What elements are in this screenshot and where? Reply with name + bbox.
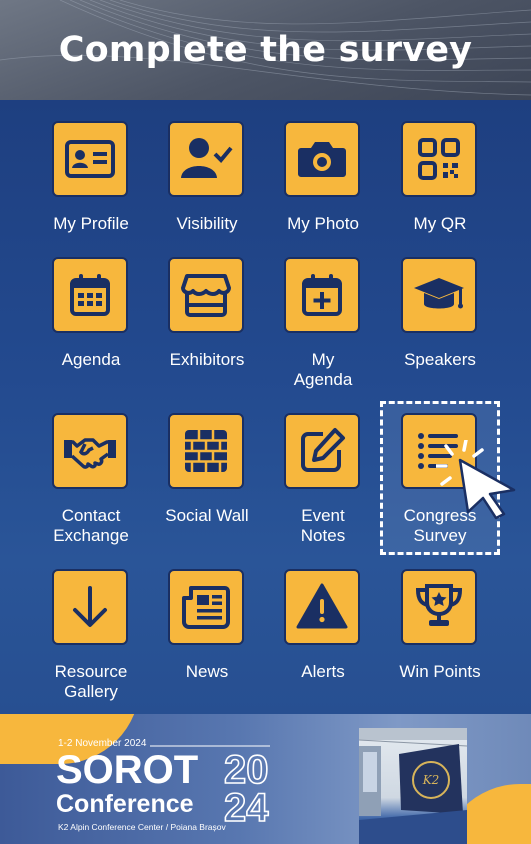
news-label: News bbox=[185, 662, 229, 681]
event-year-bottom: 24 bbox=[223, 785, 269, 831]
calendar-plus-icon bbox=[302, 274, 342, 316]
social-wall-button[interactable] bbox=[168, 413, 244, 489]
my-profile-button[interactable] bbox=[52, 121, 128, 197]
header-banner: Complete the survey bbox=[0, 0, 531, 100]
news-button[interactable] bbox=[168, 569, 244, 645]
pointer-cursor-icon bbox=[436, 440, 516, 520]
user-check-icon bbox=[181, 138, 233, 178]
visibility-label: Visibility bbox=[176, 214, 238, 233]
win-points-button[interactable] bbox=[401, 569, 477, 645]
venue-photo: K2 bbox=[359, 728, 467, 844]
graduation-cap-icon bbox=[414, 278, 464, 309]
exhibitors-button[interactable] bbox=[168, 257, 244, 333]
contact-exchange-label: Contact Exchange bbox=[53, 506, 129, 545]
venue-photo-illustration: K2 bbox=[359, 728, 467, 844]
visibility-button[interactable] bbox=[168, 121, 244, 197]
win-points-label: Win Points bbox=[399, 662, 481, 681]
shop-icon bbox=[181, 274, 231, 317]
event-notes-label: Event Notes bbox=[300, 506, 346, 545]
my-agenda-button[interactable] bbox=[284, 257, 360, 333]
edit-note-icon bbox=[301, 428, 345, 472]
contact-exchange-button[interactable] bbox=[52, 413, 128, 489]
page-title: Complete the survey bbox=[58, 30, 473, 70]
camera-icon bbox=[298, 142, 346, 177]
alerts-button[interactable] bbox=[284, 569, 360, 645]
event-venue: K2 Alpin Conference Center / Poiana Braș… bbox=[58, 822, 226, 832]
event-notes-button[interactable] bbox=[284, 413, 360, 489]
newspaper-icon bbox=[182, 586, 230, 629]
resource-gallery-label: Resource Gallery bbox=[54, 662, 128, 701]
alerts-label: Alerts bbox=[301, 662, 345, 681]
my-agenda-label: My Agenda bbox=[293, 350, 353, 389]
handshake-icon bbox=[64, 438, 116, 469]
my-qr-button[interactable] bbox=[401, 121, 477, 197]
qr-code-icon bbox=[418, 138, 460, 180]
my-photo-label: My Photo bbox=[287, 214, 359, 233]
agenda-label: Agenda bbox=[61, 350, 121, 369]
my-profile-label: My Profile bbox=[53, 214, 129, 233]
speakers-label: Speakers bbox=[404, 350, 476, 369]
id-card-icon bbox=[65, 140, 115, 178]
warning-icon bbox=[296, 583, 348, 629]
event-subtitle: Conference bbox=[56, 790, 194, 818]
my-qr-label: My QR bbox=[413, 214, 467, 233]
brick-wall-icon bbox=[185, 430, 227, 472]
event-name: SOROT bbox=[56, 748, 199, 792]
social-wall-label: Social Wall bbox=[165, 506, 249, 525]
speakers-button[interactable] bbox=[401, 257, 477, 333]
conference-banner: 1-2 November 2024 SOROT 20 Conference 24… bbox=[0, 714, 531, 844]
calendar-icon bbox=[70, 274, 110, 316]
exhibitors-label: Exhibitors bbox=[169, 350, 245, 369]
agenda-button[interactable] bbox=[52, 257, 128, 333]
venue-logo-text: K2 bbox=[422, 773, 440, 787]
resource-gallery-button[interactable] bbox=[52, 569, 128, 645]
trophy-icon bbox=[415, 584, 463, 626]
arrow-down-icon bbox=[73, 586, 107, 627]
my-photo-button[interactable] bbox=[284, 121, 360, 197]
